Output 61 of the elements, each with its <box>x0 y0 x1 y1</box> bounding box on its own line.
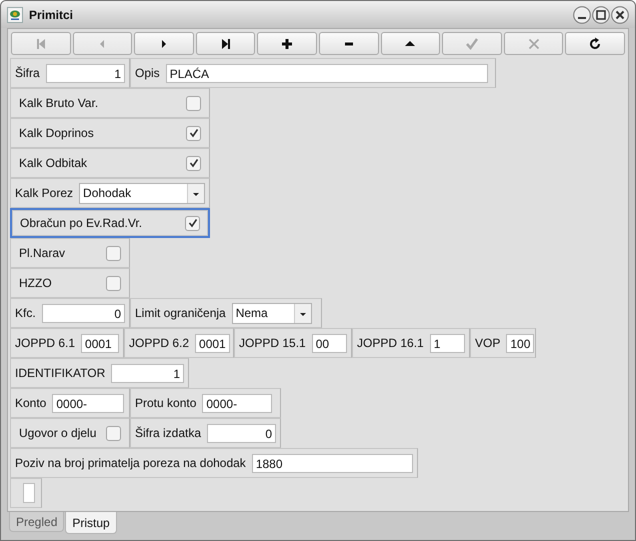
checkmark-icon <box>188 158 198 168</box>
input-field[interactable] <box>23 483 35 503</box>
maximize-icon[interactable] <box>592 6 610 24</box>
input-field[interactable]: 0000- <box>202 394 272 412</box>
field-label: Šifra izdatka <box>135 426 202 440</box>
checkmark-icon <box>188 218 198 228</box>
checkbox-label: Kalk Bruto Var. <box>18 96 100 110</box>
checkbox-label: Pl.Narav <box>18 246 66 260</box>
field-label: JOPPD 16.1 <box>357 336 424 350</box>
checkbox[interactable] <box>106 426 121 440</box>
dropdown[interactable]: Dohodak <box>79 182 205 204</box>
minimize-icon[interactable] <box>573 6 591 24</box>
field-label: IDENTIFIKATOR <box>15 366 106 380</box>
input-field[interactable]: 0 <box>207 424 276 442</box>
input-field[interactable]: 1 <box>430 334 465 352</box>
checkbox[interactable] <box>186 126 201 140</box>
input-field[interactable]: 00 <box>312 334 347 352</box>
field-label: Kalk Porez <box>15 186 74 200</box>
checkbox[interactable] <box>106 276 121 290</box>
tab[interactable]: Pristup <box>65 512 117 534</box>
field-label: Konto <box>15 396 46 410</box>
tab[interactable]: Pregled <box>9 512 64 532</box>
field-label: Kfc. <box>15 306 36 320</box>
checkbox[interactable] <box>185 216 200 230</box>
input-field[interactable]: 100 <box>506 334 534 352</box>
checkbox-label: Ugovor o djelu <box>18 426 98 440</box>
input-field[interactable]: 0 <box>42 304 125 322</box>
add-button[interactable] <box>257 32 317 55</box>
field-label: JOPPD 15.1 <box>239 336 306 350</box>
refresh-button[interactable] <box>565 32 625 55</box>
field-label: Limit ograničenja <box>135 306 226 320</box>
checkbox-label: Kalk Odbitak <box>18 156 88 170</box>
field-label: JOPPD 6.2 <box>129 336 190 350</box>
input-field[interactable]: 1 <box>46 64 125 82</box>
dropdown[interactable]: Nema <box>232 302 312 324</box>
input-field[interactable]: 1 <box>111 364 184 382</box>
input-field[interactable]: PLAĆA <box>166 64 488 82</box>
checkbox[interactable] <box>186 96 201 110</box>
checkmark-icon <box>188 128 198 138</box>
checkbox-label: HZZO <box>18 276 53 290</box>
caret-icon[interactable] <box>294 304 311 322</box>
close-icon[interactable] <box>611 6 629 24</box>
window-title: Primitci <box>29 8 74 22</box>
field-label: VOP <box>475 336 500 350</box>
field-label: Šifra <box>15 66 40 80</box>
input-field[interactable]: 0001 <box>195 334 230 352</box>
input-field[interactable]: 0001 <box>81 334 119 352</box>
checkbox-label: Kalk Doprinos <box>18 126 95 140</box>
caret-icon[interactable] <box>187 184 204 202</box>
field-label: Poziv na broj primatelja poreza na dohodak <box>15 456 246 470</box>
checkbox[interactable] <box>106 246 121 260</box>
field-label: Opis <box>135 66 160 80</box>
checkbox[interactable] <box>186 156 201 170</box>
app-icon <box>7 6 23 22</box>
checkbox-label: Obračun po Ev.Rad.Vr. <box>19 216 144 230</box>
field-label: JOPPD 6.1 <box>15 336 76 350</box>
input-field[interactable]: 0000- <box>52 394 124 412</box>
field-label: Protu konto <box>135 396 196 410</box>
up-button[interactable] <box>380 32 440 55</box>
last-record-button[interactable] <box>196 32 256 55</box>
input-field[interactable]: 1880 <box>252 454 413 472</box>
